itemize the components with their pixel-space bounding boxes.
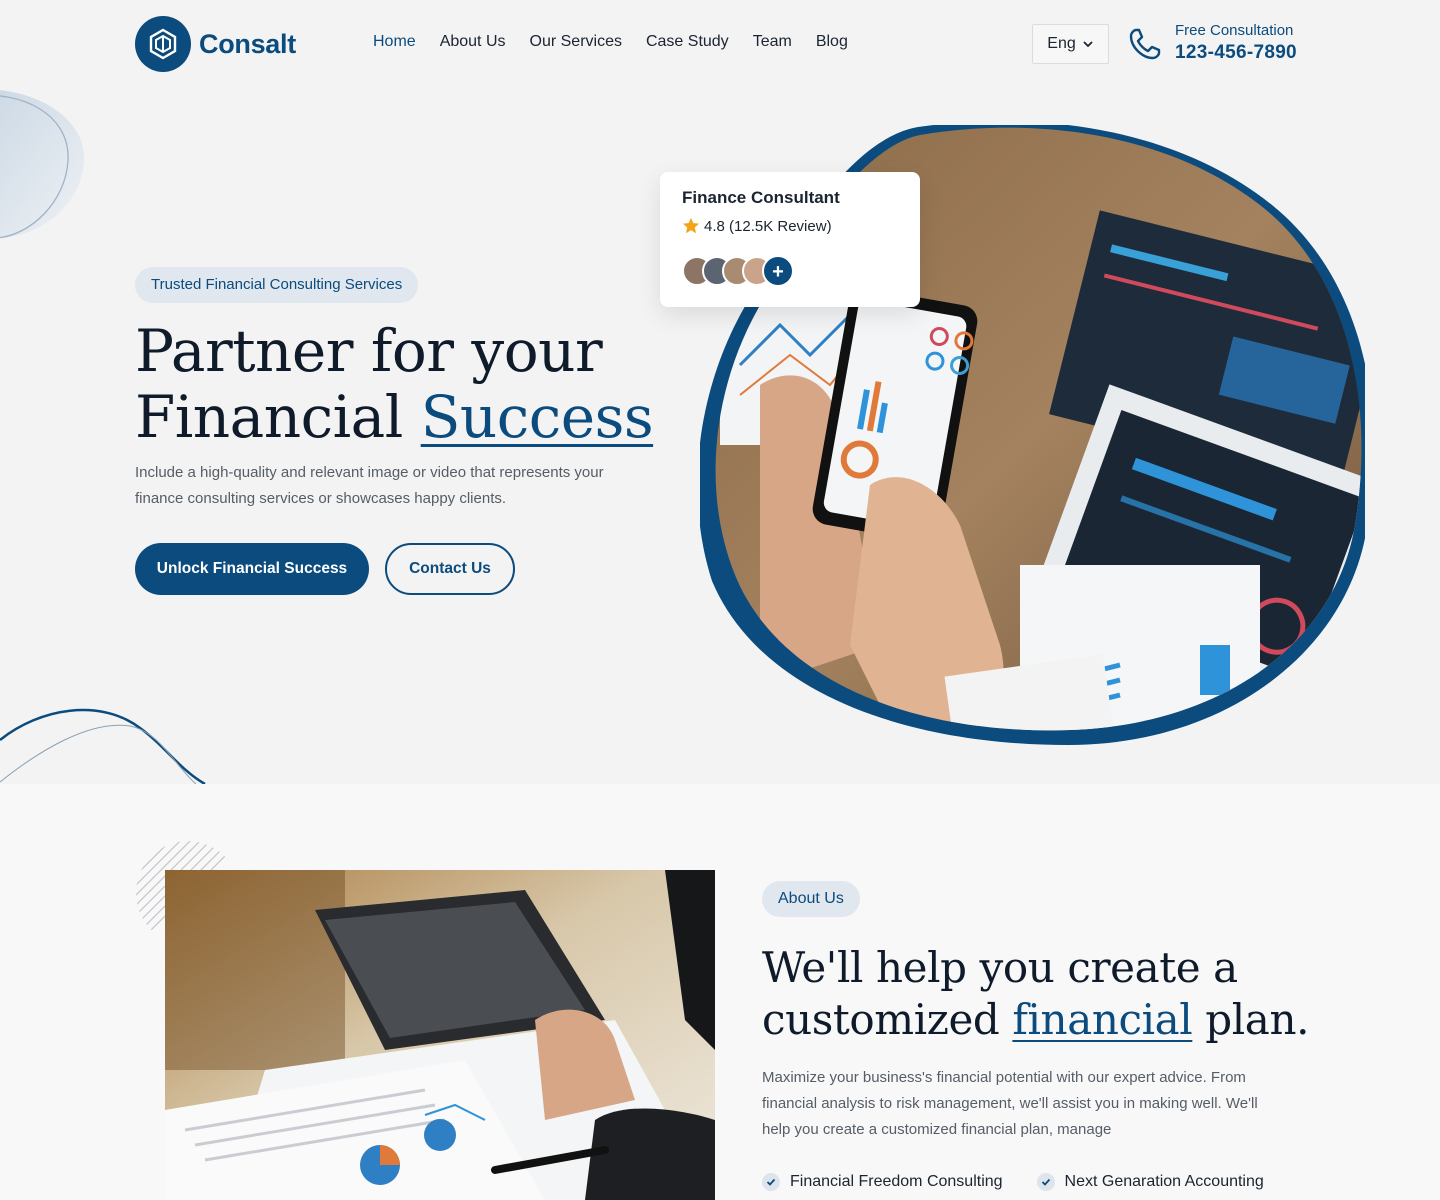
- nav-our-services[interactable]: Our Services: [530, 33, 622, 51]
- hero-title-highlight: Success: [420, 383, 654, 451]
- logo-text: Consalt: [199, 28, 296, 59]
- nav-case-study[interactable]: Case Study: [646, 33, 729, 51]
- feature-label: Financial Freedom Consulting: [790, 1173, 1003, 1190]
- decorative-blob-shape: [0, 90, 85, 239]
- about-title-highlight: financial: [1012, 995, 1193, 1044]
- hero-badge: Trusted Financial Consulting Services: [135, 267, 419, 303]
- hero-title: Partner for your Financial Success: [135, 317, 654, 451]
- language-label: Eng: [1047, 35, 1076, 52]
- feature-item: Financial Freedom Consulting: [762, 1173, 1003, 1191]
- feature-label: Next Genaration Accounting: [1064, 1173, 1264, 1190]
- hero-description: Include a high-quality and relevant imag…: [135, 464, 604, 507]
- finance-consultant-card: Finance Consultant 4.8 (12.5K Review) +: [660, 172, 920, 307]
- feature-list: Financial Freedom Consulting Next Genara…: [762, 1173, 1264, 1191]
- about-title-line2-after: plan.: [1205, 995, 1310, 1044]
- rating-text: 4.8 (12.5K Review): [704, 217, 832, 235]
- decorative-wave-lines: [0, 708, 206, 784]
- about-description: Maximize your business's financial poten…: [762, 1069, 1258, 1138]
- main-nav: Home About Us Our Services Case Study Te…: [373, 33, 848, 51]
- phone-caption: Free Consultation: [1175, 22, 1294, 39]
- contact-us-button[interactable]: Contact Us: [385, 543, 515, 595]
- hero-title-line1: Partner for your: [135, 317, 603, 385]
- about-office-image: [165, 870, 715, 1200]
- logo-mark-icon: [135, 16, 191, 72]
- rating-row: 4.8 (12.5K Review): [682, 217, 898, 235]
- brand-logo[interactable]: Consalt: [135, 16, 296, 72]
- feature-item: Next Genaration Accounting: [1036, 1173, 1264, 1191]
- chevron-down-icon: [1083, 41, 1093, 48]
- nav-about-us[interactable]: About Us: [440, 33, 506, 51]
- consultation-phone[interactable]: Free Consultation 123-456-7890: [1127, 22, 1297, 66]
- phone-icon: [1129, 28, 1161, 60]
- phone-number[interactable]: 123-456-7890: [1175, 40, 1297, 66]
- star-icon: [682, 217, 700, 234]
- about-badge: About Us: [762, 881, 860, 917]
- plus-icon[interactable]: +: [762, 255, 794, 287]
- avatar-group: +: [682, 255, 898, 287]
- card-title: Finance Consultant: [682, 188, 840, 207]
- nav-blog[interactable]: Blog: [816, 33, 848, 51]
- check-icon: [762, 1173, 780, 1191]
- nav-team[interactable]: Team: [753, 33, 792, 51]
- language-select[interactable]: Eng: [1032, 24, 1109, 64]
- hero-title-line2: Financial: [135, 383, 403, 451]
- about-title-line1: We'll help you create a: [762, 943, 1238, 992]
- nav-home[interactable]: Home: [373, 33, 416, 51]
- about-title: We'll help you create a customized finan…: [762, 942, 1309, 1046]
- about-title-line2-before: customized: [762, 995, 1000, 1044]
- check-icon: [1036, 1173, 1055, 1191]
- unlock-financial-success-button[interactable]: Unlock Financial Success: [135, 543, 369, 595]
